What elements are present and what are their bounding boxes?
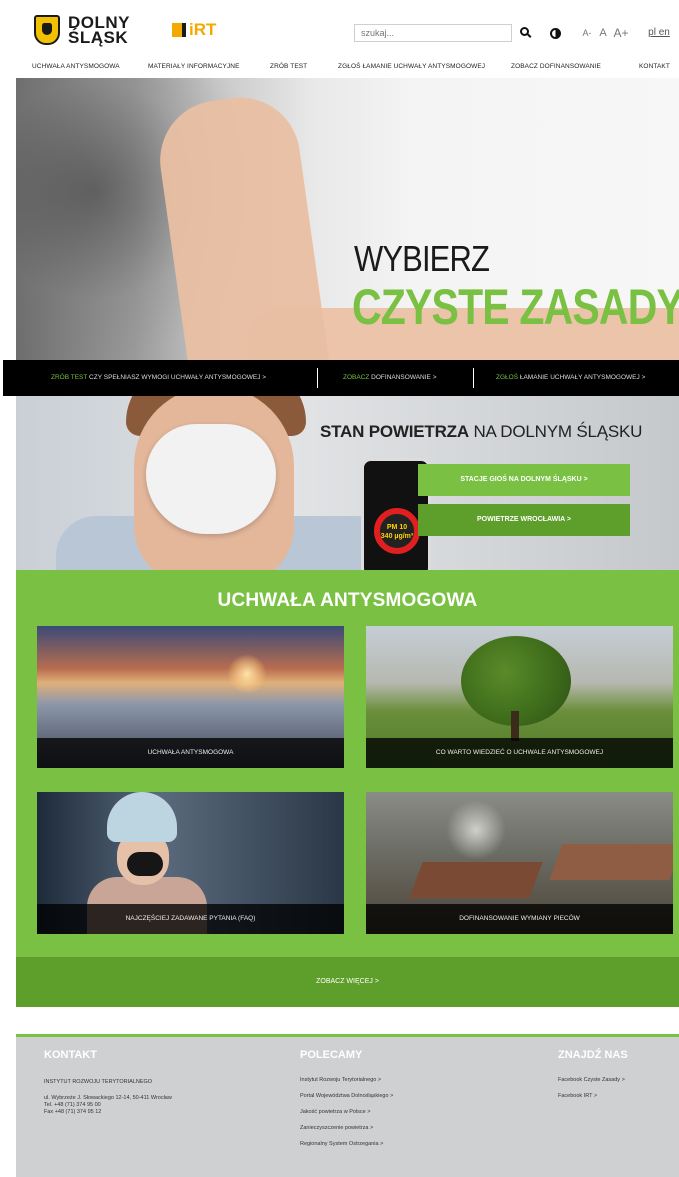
divider xyxy=(473,368,474,388)
tile-antismog-resolution[interactable]: UCHWAŁA ANTYSMOGOWA xyxy=(37,626,344,768)
contrast-toggle-icon[interactable] xyxy=(548,24,562,42)
footer-link[interactable]: Regionalny System Ostrzegania > xyxy=(300,1141,383,1147)
section-title: UCHWAŁA ANTYSMOGOWA xyxy=(217,590,478,611)
tile-furnace-funding[interactable]: DOFINANSOWANIE WYMIANY PIECÓW xyxy=(366,792,673,934)
footer-address: ul. Wybrzeże J. Słowackiego 12-14, 50-41… xyxy=(44,1095,172,1101)
roof-image xyxy=(549,844,673,880)
black-mask-image xyxy=(127,852,163,876)
irt-logo-text: iRT xyxy=(189,20,217,39)
facebook-irt-link[interactable]: Facebook IRT > xyxy=(558,1093,597,1099)
beanie-image xyxy=(107,792,177,842)
nav-item-contact[interactable]: KONTAKT xyxy=(639,63,670,70)
site-footer: KONTAKT INSTYTUT ROZWOJU TERYTORIALNEGO … xyxy=(16,1034,679,1177)
footer-link[interactable]: Zanieczyszczenie powietrza > xyxy=(300,1125,373,1131)
dolny-slask-logo[interactable]: DOLNY ŚLĄSK xyxy=(34,12,184,48)
site-header: DOLNYŚLĄSK iRT A- A A+ pl en xyxy=(0,0,679,60)
take-test-link[interactable]: ZRÓB TEST CZY SPEŁNIASZ WYMOGI UCHWAŁY A… xyxy=(51,374,266,381)
dolny-slask-logo-text: DOLNY ŚLĄSK xyxy=(68,13,130,47)
footer-link[interactable]: Jakość powietrza w Polsce > xyxy=(300,1109,370,1115)
facebook-czyste-zasady-link[interactable]: Facebook Czyste Zasady > xyxy=(558,1077,625,1083)
footer-org-name: INSTYTUT ROZWOJU TERYTORIALNEGO xyxy=(44,1079,153,1085)
footer-recommend-heading: POLECAMY xyxy=(300,1049,363,1061)
tile-what-to-know[interactable]: CO WARTO WIEDZIEĆ O UCHWALE ANTYSMOGOWEJ xyxy=(366,626,673,768)
language-switch[interactable]: pl en xyxy=(644,24,674,42)
tile-caption: DOFINANSOWANIE WYMIANY PIECÓW xyxy=(366,904,673,934)
nav-item-info-materials[interactable]: MATERIAŁY INFORMACYJNE xyxy=(148,63,240,70)
nav-item-antismog-resolution[interactable]: UCHWAŁA ANTYSMOGOWA xyxy=(32,63,120,70)
sunset-image xyxy=(227,654,267,694)
divider xyxy=(317,368,318,388)
footer-fax: Fax +48 (71) 374 95 12 xyxy=(44,1109,102,1115)
footer-tel: Tel. +48 (71) 374 95 00 xyxy=(44,1102,101,1108)
air-quality-title: STAN POWIETRZA NA DOLNYM ŚLĄSKU xyxy=(320,422,643,441)
tile-faq[interactable]: NAJCZĘŚCIEJ ZADAWANE PYTANIA (FAQ) xyxy=(37,792,344,934)
tree-trunk-image xyxy=(511,711,519,741)
search-input[interactable] xyxy=(354,24,512,42)
irt-logo[interactable]: iRT xyxy=(172,20,216,40)
air-quality-section: PM 10 340 µg/m³ STAN POWIETRZA NA DOLNYM… xyxy=(16,396,679,570)
report-link[interactable]: ZGŁOŚ ŁAMANIE UCHWAŁY ANTYSMOGOWEJ > xyxy=(496,374,645,381)
footer-find-heading: ZNAJDŹ NAS xyxy=(558,1049,628,1061)
footer-link[interactable]: Portal Województwa Dolnośląskiego > xyxy=(300,1093,393,1099)
face-mask-image xyxy=(146,424,276,534)
main-nav: UCHWAŁA ANTYSMOGOWA MATERIAŁY INFORMACYJ… xyxy=(0,60,679,78)
font-decrease-button[interactable]: A- xyxy=(580,24,594,42)
font-normal-button[interactable]: A xyxy=(596,24,610,42)
quick-links-bar: ZRÓB TEST CZY SPEŁNIASZ WYMOGI UCHWAŁY A… xyxy=(3,360,679,396)
chimney-smoke-image xyxy=(446,800,506,860)
nav-item-take-test[interactable]: ZRÓB TEST xyxy=(270,63,307,70)
pm10-gauge-icon: PM 10 340 µg/m³ xyxy=(374,508,420,554)
footer-link[interactable]: Instytut Rozwoju Terytorialnego > xyxy=(300,1077,381,1083)
tile-caption: CO WARTO WIEDZIEĆ O UCHWALE ANTYSMOGOWEJ xyxy=(366,738,673,768)
see-more-button[interactable]: ZOBACZ WIĘCEJ > xyxy=(16,957,679,1007)
nav-item-funding[interactable]: ZOBACZ DOFINANSOWANIE xyxy=(511,63,601,70)
hero-banner: WYBIERZ CZYSTE ZASADY xyxy=(16,78,679,360)
footer-contact-heading: KONTAKT xyxy=(44,1049,97,1061)
roof-image xyxy=(409,862,543,898)
tile-caption: NAJCZĘŚCIEJ ZADAWANE PYTANIA (FAQ) xyxy=(37,904,344,934)
wroclaw-air-button[interactable]: POWIETRZE WROCŁAWIA > xyxy=(418,504,630,536)
antismog-section: UCHWAŁA ANTYSMOGOWA UCHWAŁA ANTYSMOGOWA … xyxy=(16,570,679,1007)
irt-mark-icon xyxy=(172,23,186,37)
funding-link[interactable]: ZOBACZ DOFINANSOWANIE > xyxy=(343,374,437,381)
hero-title-line1: WYBIERZ xyxy=(354,238,490,279)
nav-item-report-violation[interactable]: ZGŁOŚ ŁAMANIE UCHWAŁY ANTYSMOGOWEJ xyxy=(338,63,485,70)
tile-caption: UCHWAŁA ANTYSMOGOWA xyxy=(37,738,344,768)
gios-stations-button[interactable]: STACJE GIOŚ NA DOLNYM ŚLĄSKU > xyxy=(418,464,630,496)
font-increase-button[interactable]: A+ xyxy=(612,24,630,42)
eagle-crest-icon xyxy=(34,15,60,45)
hero-title-line2: CZYSTE ZASADY xyxy=(352,279,679,335)
search-icon[interactable] xyxy=(517,24,531,42)
